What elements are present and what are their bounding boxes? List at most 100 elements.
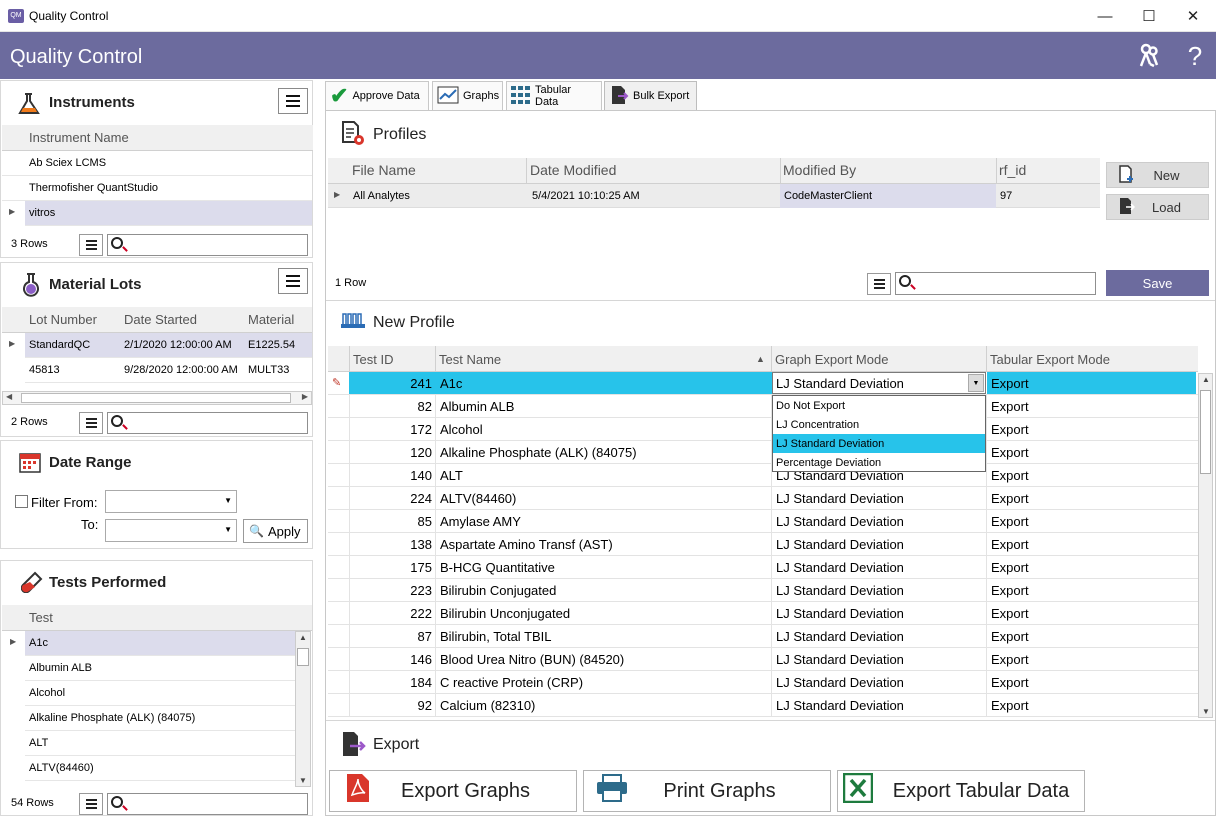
instruments-grid-menu-button[interactable] (79, 234, 103, 256)
profiles-grid-menu-button[interactable] (867, 273, 891, 295)
to-date-input[interactable]: ▼ (105, 519, 237, 542)
test-id-cell[interactable]: 172 (350, 422, 432, 437)
material-header[interactable]: Material (248, 312, 294, 327)
test-name-cell[interactable]: Alcohol (440, 422, 483, 437)
export-graphs-button[interactable]: Export Graphs (329, 770, 577, 812)
material-lots-menu-button[interactable] (278, 268, 308, 294)
graph-export-mode-cell[interactable]: LJ Standard Deviation (776, 698, 904, 713)
tabular-export-mode-cell[interactable]: Export (991, 560, 1029, 575)
table-row[interactable]: 92 Calcium (82310) LJ Standard Deviation Ex… (328, 694, 1198, 717)
graph-export-mode-cell[interactable]: LJ Standard Deviation (776, 560, 904, 575)
tests-grid-menu-button[interactable] (79, 793, 103, 815)
tabular-export-mode-cell[interactable]: Export (991, 537, 1029, 552)
profiles-search-input[interactable] (895, 272, 1096, 295)
tabular-export-mode-cell[interactable]: Export (991, 629, 1029, 644)
table-row[interactable]: 222 Bilirubin Unconjugated LJ Standard Dev… (328, 602, 1198, 625)
graph-export-mode-cell[interactable]: LJ Standard Deviation (776, 652, 904, 667)
test-name-cell[interactable]: Blood Urea Nitro (BUN) (84520) (440, 652, 624, 667)
file-name-header[interactable]: File Name (352, 162, 416, 178)
test-id-cell[interactable]: 85 (350, 514, 432, 529)
test-name-cell[interactable]: Calcium (82310) (440, 698, 535, 713)
lot-number-header[interactable]: Lot Number (29, 312, 97, 327)
maximize-button[interactable]: ☐ (1126, 0, 1172, 32)
dropdown-option[interactable]: Percentage Deviation (773, 453, 985, 472)
list-item[interactable]: Alcohol (25, 681, 295, 706)
tabular-export-mode-cell[interactable]: Export (991, 445, 1029, 460)
table-row[interactable]: 120Alkaline Phosphate (ALK) (84075)LJ St… (328, 441, 1198, 464)
vertical-scrollbar[interactable]: ▲ ▼ (295, 631, 311, 787)
tab-bulk-export[interactable]: Bulk Export (604, 81, 697, 111)
test-name-cell[interactable]: ALT (440, 468, 463, 483)
test-name-cell[interactable]: ALTV(84460) (440, 491, 516, 506)
key-icon[interactable] (1135, 42, 1163, 70)
instruments-search-input[interactable] (107, 234, 308, 256)
export-tabular-data-button[interactable]: Export Tabular Data (837, 770, 1085, 812)
table-row-selected[interactable]: ▶ All Analytes 5/4/2021 10:10:25 AM Code… (328, 184, 1100, 208)
table-row-selected[interactable]: vitros (25, 201, 312, 226)
test-name-cell[interactable]: Bilirubin Unconjugated (440, 606, 570, 621)
table-row[interactable]: 184 C reactive Protein (CRP) LJ Standard D… (328, 671, 1198, 694)
test-id-header[interactable]: Test ID (353, 352, 393, 367)
material-lots-search-input[interactable] (107, 412, 308, 434)
filter-from-date-input[interactable]: ▼ (105, 490, 237, 513)
test-id-cell[interactable]: 87 (350, 629, 432, 644)
table-row[interactable]: 138 Aspartate Amino Transf (AST) LJ Standa… (328, 533, 1198, 556)
test-name-cell[interactable]: Albumin ALB (440, 399, 514, 414)
modified-by-header[interactable]: Modified By (783, 162, 856, 178)
tabular-export-mode-cell[interactable]: Export (991, 399, 1029, 414)
list-item[interactable]: Alkaline Phosphate (ALK) (84075) (25, 706, 295, 731)
graph-export-mode-cell[interactable]: LJ Standard Deviation (776, 583, 904, 598)
test-name-cell[interactable]: Aspartate Amino Transf (AST) (440, 537, 613, 552)
material-lots-grid-menu-button[interactable] (79, 412, 103, 434)
table-row[interactable]: Ab Sciex LCMS (2, 151, 312, 176)
dropdown-option-selected[interactable]: LJ Standard Deviation (773, 434, 985, 453)
tabular-export-mode-cell[interactable]: Export (991, 675, 1029, 690)
save-profile-button[interactable]: Save (1106, 270, 1209, 296)
table-row[interactable]: 87 Bilirubin, Total TBIL LJ Standard Devia… (328, 625, 1198, 648)
dropdown-arrow-icon[interactable]: ▼ (968, 374, 984, 392)
list-item[interactable]: Albumin ALB (25, 656, 295, 681)
test-id-cell[interactable]: 140 (350, 468, 432, 483)
tabular-export-mode-cell[interactable]: Export (991, 514, 1029, 529)
filter-from-checkbox[interactable] (15, 495, 28, 508)
test-name-cell[interactable]: C reactive Protein (CRP) (440, 675, 583, 690)
test-id-cell[interactable]: 184 (350, 675, 432, 690)
test-id-cell[interactable]: 146 (350, 652, 432, 667)
graph-export-mode-header[interactable]: Graph Export Mode (775, 352, 888, 367)
rf-id-header[interactable]: rf_id (999, 162, 1026, 178)
tab-approve-data[interactable]: ✔ Approve Data (325, 81, 429, 111)
tabular-export-mode-cell[interactable]: Export (991, 652, 1029, 667)
tabular-export-mode-header[interactable]: Tabular Export Mode (990, 352, 1110, 367)
new-profile-vertical-scrollbar[interactable]: ▲ ▼ (1198, 373, 1213, 718)
table-row-selected[interactable]: StandardQC 2/1/2020 12:00:00 AM E1225.54 (25, 333, 312, 358)
dropdown-option[interactable]: LJ Concentration (773, 415, 985, 434)
date-modified-header[interactable]: Date Modified (530, 162, 616, 178)
table-row[interactable]: 223 Bilirubin Conjugated LJ Standard Devia… (328, 579, 1198, 602)
table-row[interactable]: Thermofisher QuantStudio (2, 176, 312, 201)
dropdown-option[interactable]: Do Not Export (773, 396, 985, 415)
apply-button[interactable]: 🔍 Apply (243, 519, 308, 543)
table-row[interactable]: 82Albumin ALBLJ Standard DeviationExport (328, 395, 1198, 418)
tests-search-input[interactable] (107, 793, 308, 815)
test-id-cell[interactable]: 92 (350, 698, 432, 713)
test-name-header[interactable]: Test Name (439, 352, 501, 367)
tab-tabular-data[interactable]: Tabular Data (506, 81, 602, 111)
table-row[interactable]: 224 ALTV(84460) LJ Standard Deviation Expor… (328, 487, 1198, 510)
table-row[interactable]: 45813 9/28/2020 12:00:00 AM MULT33 (25, 358, 312, 383)
print-graphs-button[interactable]: Print Graphs (583, 770, 831, 812)
test-id-cell[interactable]: 223 (350, 583, 432, 598)
new-profile-button[interactable]: New (1106, 162, 1209, 188)
tabular-export-mode-cell[interactable]: Export (991, 422, 1029, 437)
graph-export-mode-select[interactable]: LJ Standard Deviation ▼ (772, 372, 986, 394)
minimize-button[interactable]: — (1082, 0, 1128, 32)
tabular-export-mode-cell[interactable]: Export (991, 491, 1029, 506)
graph-export-mode-cell[interactable]: LJ Standard Deviation (776, 491, 904, 506)
list-item[interactable]: ALT (25, 731, 295, 756)
close-button[interactable]: ✕ (1170, 0, 1216, 32)
help-icon[interactable]: ? (1181, 42, 1209, 70)
table-row[interactable]: 146 Blood Urea Nitro (BUN) (84520) LJ Stan… (328, 648, 1198, 671)
test-id-cell[interactable]: 120 (350, 445, 432, 460)
load-profile-button[interactable]: Load (1106, 194, 1209, 220)
tabular-export-mode-cell[interactable]: Export (991, 583, 1029, 598)
table-row[interactable]: 140 ALT LJ Standard Deviation Export (328, 464, 1198, 487)
